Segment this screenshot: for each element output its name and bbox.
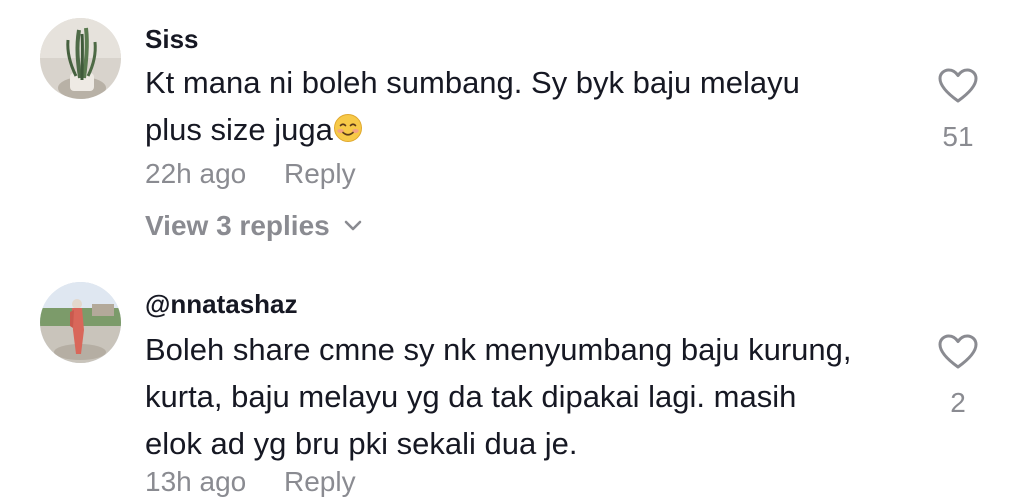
like-button[interactable]: 51 (932, 68, 984, 153)
comment-item: Siss Kt mana ni boleh sumbang. Sy byk ba… (0, 0, 1028, 260)
view-replies-label: View 3 replies (145, 210, 330, 241)
smiling-face-icon (333, 109, 363, 142)
comment-username[interactable]: @nnatashaz (145, 289, 298, 320)
reply-button[interactable]: Reply (284, 466, 356, 497)
comment-text-line: elok ad yg bru pki sekali dua je. (145, 426, 578, 461)
like-button[interactable]: 2 (932, 334, 984, 419)
comment-username[interactable]: Siss (145, 24, 199, 55)
comment-text-line: Kt mana ni boleh sumbang. Sy byk baju me… (145, 65, 800, 100)
avatar[interactable] (40, 18, 121, 99)
like-count: 2 (950, 387, 966, 418)
comment-text-line: kurta, baju melayu yg da tak dipakai lag… (145, 379, 797, 414)
view-replies-button[interactable]: View 3 replies (145, 210, 362, 242)
heart-icon (938, 334, 978, 369)
comment-text-line: plus size juga (145, 106, 915, 153)
avatar[interactable] (40, 282, 121, 363)
comment-timestamp: 13h ago (145, 466, 247, 497)
comment-meta: 22h ago Reply (145, 158, 356, 190)
like-count: 51 (942, 121, 974, 152)
comment-text-line: Boleh share cmne sy nk menyumbang baju k… (145, 332, 852, 367)
comment-text: Boleh share cmne sy nk menyumbang baju k… (145, 326, 915, 467)
comment-meta: 13h ago Reply (145, 466, 356, 498)
comment-item: @nnatashaz Boleh share cmne sy nk menyum… (0, 260, 1028, 504)
comment-text: Kt mana ni boleh sumbang. Sy byk baju me… (145, 59, 915, 153)
reply-button[interactable]: Reply (284, 158, 356, 189)
comment-timestamp: 22h ago (145, 158, 247, 189)
comment-text-fragment: plus size juga (145, 112, 333, 147)
chevron-down-icon (344, 220, 362, 231)
heart-icon (938, 68, 978, 103)
